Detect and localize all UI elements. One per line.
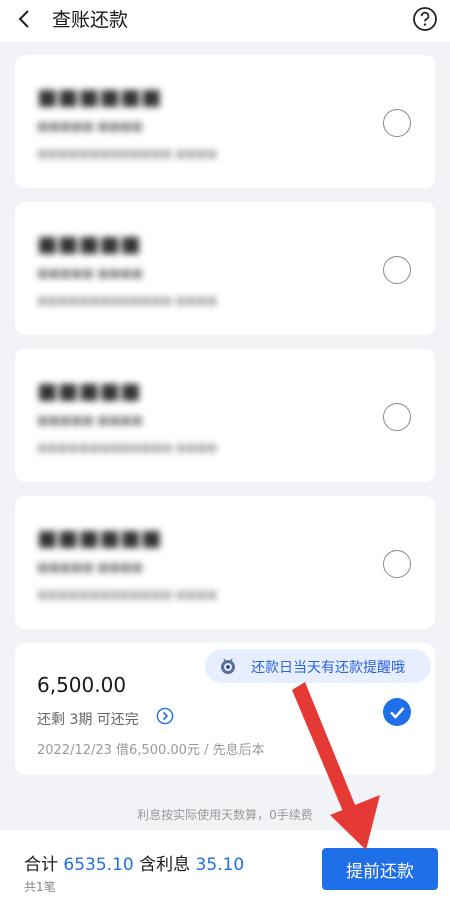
interest-value: 35.10 [195,855,245,875]
checkmark-icon [390,707,405,719]
loan-amount: 6,500.00 [37,673,127,697]
reminder-mascot-icon [221,658,235,674]
back-arrow-icon[interactable] [14,8,36,30]
reminder-tip-text: 还款日当天有还款提醒哦 [251,660,405,676]
total-label: 合计 [24,855,58,875]
loan-status: 还剩 3期 可还完 [37,712,139,728]
chevron-right-icon[interactable] [156,707,174,725]
interest-note: 利息按实际使用天数算，0手续费 [137,808,313,822]
loan-card-selected[interactable]: 6,500.00 还剩 3期 可还完 2022/12/23 借6,500.00元… [15,643,435,775]
reminder-tip: 还款日当天有还款提醒哦 [205,649,431,683]
loan-card-obscured-4[interactable]: ■■■■■■ ■■■■■ ■■■■ ■■■■■■■■■■■■■ ■■■■ [15,496,435,629]
interest-label: 含利息 [139,855,191,875]
bottom-bar: 合计 6535.10 含利息 35.10 共1笔 提前还款 [0,830,450,920]
help-icon[interactable] [412,6,438,32]
total-value: 6535.10 [63,855,134,875]
header: 查账还款 [0,0,450,42]
total-summary: 合计 6535.10 含利息 35.10 [24,850,244,875]
radio-button[interactable] [383,109,411,137]
radio-button[interactable] [383,550,411,578]
radio-button[interactable] [383,256,411,284]
page-title: 查账还款 [52,9,129,31]
loan-card-obscured-2[interactable]: ■■■■■ ■■■■■ ■■■■ ■■■■■■■■■■■■■ ■■■■ [15,202,435,335]
loan-card-obscured-1[interactable]: ■■■■■■ ■■■■■ ■■■■ ■■■■■■■■■■■■■ ■■■■ [15,55,435,188]
radio-button[interactable] [383,403,411,431]
loan-count: 共1笔 [24,880,56,894]
checked-radio[interactable] [383,698,411,726]
prepay-button[interactable]: 提前还款 [322,848,438,890]
loan-card-obscured-3[interactable]: ■■■■■ ■■■■■ ■■■■ ■■■■■■■■■■■■■ ■■■■ [15,349,435,482]
loan-detail: 2022/12/23 借6,500.00元 / 先息后本 [37,743,265,758]
